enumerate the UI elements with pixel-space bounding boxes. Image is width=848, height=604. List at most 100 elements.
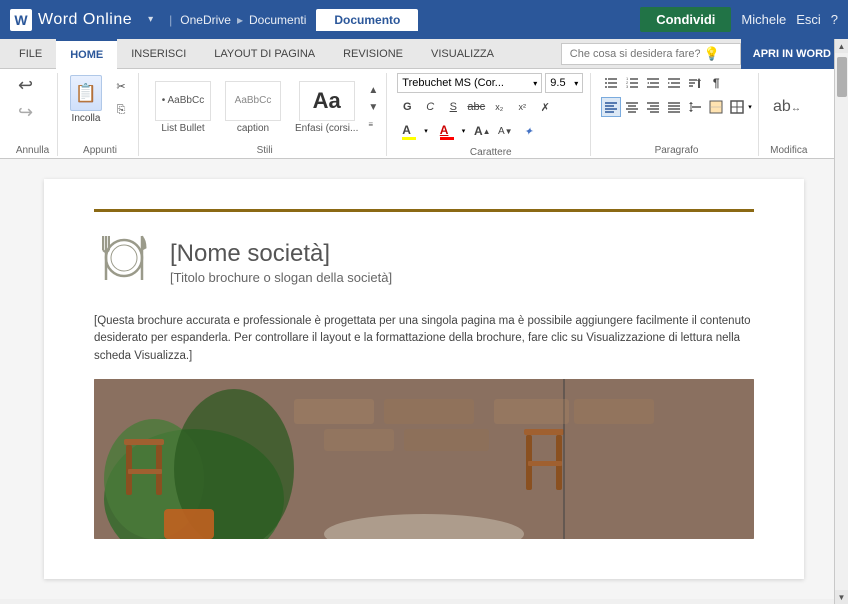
style-list-bullet-label: List Bullet <box>161 123 204 134</box>
clipboard-small-buttons: ✂ ⎘ <box>110 75 132 121</box>
para-row-1: 123 ¶ <box>601 73 726 93</box>
svg-text:↔: ↔ <box>791 103 801 114</box>
doc-header: [Nome società] [Titolo brochure o slogan… <box>94 228 754 297</box>
user-name[interactable]: Michele <box>741 12 786 27</box>
show-para-button[interactable]: ¶ <box>706 73 726 93</box>
font-size-selector[interactable]: 9.5 ▾ <box>545 73 583 93</box>
list-unordered-button[interactable] <box>601 73 621 93</box>
style-list-bullet[interactable]: • AaBbCc List Bullet <box>149 79 217 136</box>
bold-button[interactable]: G <box>397 97 417 117</box>
doc-image <box>94 379 754 539</box>
sort-button[interactable] <box>685 73 705 93</box>
group-label-stili: Stili <box>257 141 273 156</box>
outdent-button[interactable] <box>643 73 663 93</box>
title-bar: W Word Online ▾ | OneDrive ▸ Documenti D… <box>0 0 848 39</box>
app-title-label: Word Online <box>38 11 132 29</box>
tab-inserisci[interactable]: INSERISCI <box>117 39 200 69</box>
open-word-button[interactable]: APRI IN WORD <box>741 39 843 69</box>
search-box[interactable]: 💡 <box>561 43 741 65</box>
italic-label: C <box>426 101 434 113</box>
font-size-arrow: ▾ <box>574 79 578 88</box>
style-emphasis-label: Enfasi (corsi... <box>295 123 358 134</box>
breadcrumb-part1[interactable]: OneDrive <box>180 13 231 27</box>
borders-button[interactable] <box>727 97 747 117</box>
cut-icon: ✂ <box>116 80 125 93</box>
show-para-icon: ¶ <box>713 76 720 90</box>
help-button[interactable]: ? <box>831 12 838 27</box>
subscript-label: x₂ <box>495 102 503 112</box>
indent-button[interactable] <box>664 73 684 93</box>
tab-layout[interactable]: LAYOUT DI PAGINA <box>200 39 329 69</box>
tab-revisione[interactable]: REVISIONE <box>329 39 417 69</box>
redo-button[interactable]: ↪ <box>14 100 37 125</box>
style-list-bullet-preview: • AaBbCc <box>155 81 211 121</box>
line-spacing-button[interactable] <box>685 97 705 117</box>
align-left-button[interactable] <box>601 97 621 117</box>
list-ordered-button[interactable]: 123 <box>622 73 642 93</box>
highlight-color-button[interactable]: A <box>397 121 421 141</box>
size-up-button[interactable]: A▲ <box>472 121 492 141</box>
styles-more-button[interactable]: ▲ ▼ ≡ <box>366 82 380 132</box>
sign-out-link[interactable]: Esci <box>796 12 821 27</box>
tab-file[interactable]: FILE <box>5 39 56 69</box>
align-center-button[interactable] <box>622 97 642 117</box>
cut-button[interactable]: ✂ <box>110 75 132 97</box>
font-name-selector[interactable]: Trebuchet MS (Cor... ▾ <box>397 73 542 93</box>
style-emphasis-preview: Aa <box>299 81 355 121</box>
style-caption[interactable]: AaBbCc caption <box>219 79 287 136</box>
highlight-arrow[interactable]: ▾ <box>424 127 428 135</box>
tab-visualizza[interactable]: VISUALIZZA <box>417 39 508 69</box>
size-down-icon: A <box>498 126 505 137</box>
strikethrough-button[interactable]: abc <box>466 97 486 117</box>
group-label-annulla: Annulla <box>16 141 49 156</box>
underline-button[interactable]: S <box>443 97 463 117</box>
share-button[interactable]: Condividi <box>640 7 731 32</box>
scroll-thumb[interactable] <box>837 57 847 97</box>
font-color-bar <box>440 137 454 140</box>
scroll-up-button[interactable]: ▲ <box>835 39 848 53</box>
group-label-carattere: Carattere <box>470 143 512 158</box>
size-up-icon: A <box>474 124 483 138</box>
breadcrumb: OneDrive ▸ Documenti <box>180 13 306 27</box>
paste-label: Incolla <box>72 113 101 124</box>
italic-button[interactable]: C <box>420 97 440 117</box>
vertical-scrollbar[interactable]: ▲ ▼ <box>834 39 848 604</box>
text-effect-button[interactable]: ✦ <box>518 121 538 141</box>
modify-button[interactable]: ab ↔ <box>769 87 809 127</box>
style-emphasis[interactable]: Aa Enfasi (corsi... <box>289 79 364 136</box>
tab-home[interactable]: HOME <box>56 39 117 69</box>
superscript-label: x² <box>519 102 527 112</box>
subscript-button[interactable]: x₂ <box>489 97 509 117</box>
breadcrumb-part2[interactable]: Documenti <box>249 13 306 27</box>
align-right-button[interactable] <box>643 97 663 117</box>
search-light-icon: 💡 <box>704 46 720 62</box>
doc-tab[interactable]: Documento <box>316 9 418 31</box>
shading-button[interactable] <box>706 97 726 117</box>
font-color-button[interactable]: A <box>435 121 459 141</box>
document-area: [Nome società] [Titolo brochure o slogan… <box>0 159 848 599</box>
borders-arrow[interactable]: ▾ <box>748 103 752 111</box>
restaurant-icon <box>94 228 154 297</box>
clear-format-button[interactable]: ✗ <box>535 97 555 117</box>
word-logo: W Word Online <box>10 9 132 31</box>
superscript-button[interactable]: x² <box>512 97 532 117</box>
breadcrumb-sep: ▸ <box>237 13 243 27</box>
search-input[interactable] <box>570 48 700 60</box>
size-down-button[interactable]: A▼ <box>495 121 515 141</box>
undo-button[interactable]: ↩ <box>14 73 37 98</box>
title-bar-right: Condividi Michele Esci ? <box>640 7 838 32</box>
group-label-modifica: Modifica <box>770 141 807 156</box>
group-label-paragrafo: Paragrafo <box>655 141 699 156</box>
copy-button[interactable]: ⎘ <box>110 99 132 121</box>
underline-label: S <box>450 101 457 113</box>
ribbon-group-paragrafo: 123 ¶ <box>595 73 759 156</box>
title-dropdown-arrow[interactable]: ▾ <box>148 14 153 25</box>
justify-button[interactable] <box>664 97 684 117</box>
scroll-down-button[interactable]: ▼ <box>835 590 848 604</box>
font-color-arrow[interactable]: ▾ <box>462 127 466 135</box>
paste-button[interactable]: 📋 Incolla <box>68 73 104 126</box>
doc-body-text: [Questa brochure accurata e professional… <box>94 313 754 365</box>
bold-label: G <box>403 101 412 113</box>
ribbon: ↩ ↪ Annulla 📋 Incolla ✂ <box>0 69 848 159</box>
font-name-arrow: ▾ <box>533 79 537 88</box>
